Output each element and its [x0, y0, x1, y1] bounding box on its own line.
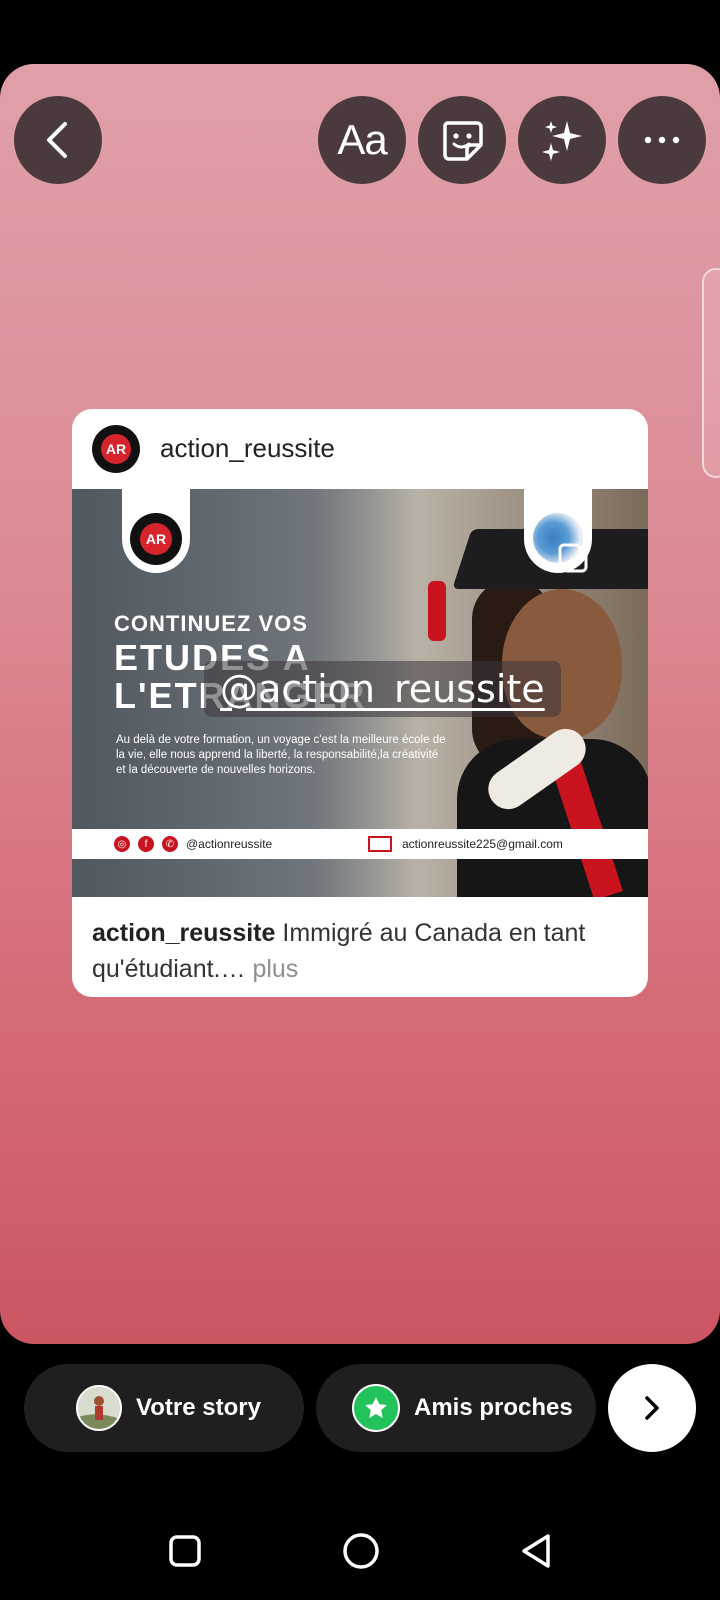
caption-username: action_reussite [92, 919, 276, 947]
contact-bar: ◎ f ✆ @actionreussite actionreussite225@… [72, 829, 648, 859]
mail-icon [368, 836, 392, 852]
contact-email: actionreussite225@gmail.com [402, 837, 563, 851]
star-icon [352, 1384, 400, 1432]
sticker-icon [443, 121, 483, 161]
sticker-button[interactable] [418, 96, 506, 184]
story-canvas: Aa AR action_reussite AR CONTINUEZ VOS E… [0, 64, 720, 1344]
facebook-icon: f [138, 836, 154, 852]
close-friends-button[interactable]: Amis proches [316, 1364, 596, 1452]
contact-handle: @actionreussite [186, 837, 273, 851]
more-horizontal-icon [644, 136, 680, 144]
chevron-left-icon [47, 122, 67, 158]
back-button[interactable] [14, 96, 102, 184]
chevron-right-icon [645, 1396, 659, 1420]
post-caption: action_reussite Immigré au Canada en tan… [92, 915, 632, 987]
sparkles-icon [542, 121, 582, 161]
post-header: AR action_reussite [72, 409, 648, 489]
whatsapp-icon: ✆ [162, 836, 178, 852]
instagram-icon: ◎ [114, 836, 130, 852]
system-navigation-bar [0, 1500, 720, 1600]
caption-more-link[interactable]: plus [246, 955, 298, 983]
recents-square-icon[interactable] [168, 1534, 202, 1568]
text-tool-button[interactable]: Aa [318, 96, 406, 184]
more-options-button[interactable] [618, 96, 706, 184]
your-story-label: Votre story [136, 1394, 261, 1421]
mention-sticker[interactable]: @action_reussite [204, 661, 561, 717]
effects-button[interactable] [518, 96, 606, 184]
your-story-button[interactable]: Votre story [24, 1364, 304, 1452]
home-circle-icon[interactable] [342, 1532, 380, 1570]
close-friends-label: Amis proches [414, 1394, 573, 1421]
post-username: action_reussite [160, 433, 335, 463]
brand-logo-tab: AR [122, 489, 190, 573]
promo-body-text: Au delà de votre formation, un voyage c'… [116, 734, 446, 776]
post-avatar: AR [92, 425, 140, 473]
back-triangle-icon[interactable] [518, 1532, 554, 1570]
user-avatar [76, 1385, 122, 1431]
carousel-multiple-icon [558, 543, 588, 573]
next-button[interactable] [608, 1364, 696, 1452]
side-panel-handle[interactable] [702, 268, 720, 478]
